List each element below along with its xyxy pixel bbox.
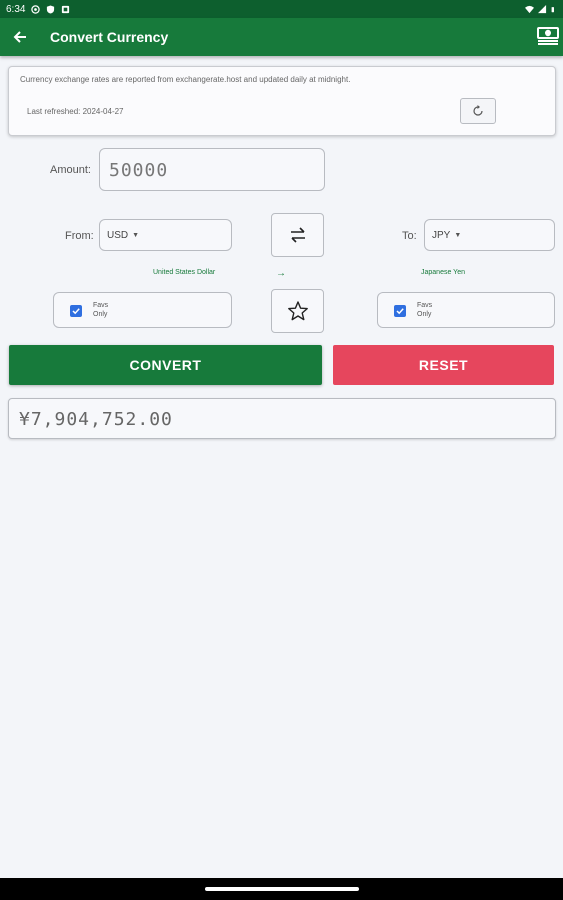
amount-input[interactable]: 50000 [99,148,325,191]
last-refreshed-text: Last refreshed: 2024-04-27 [27,107,124,116]
to-currency-value: JPY [432,230,451,241]
favs-label-line1: Favs [417,302,433,309]
info-card: Currency exchange rates are reported fro… [8,66,556,136]
amount-label: Amount: [50,164,91,176]
to-label: To: [402,230,417,242]
favs-label-line2: Only [93,311,108,318]
refresh-icon [473,105,483,116]
app-bar: Convert Currency [0,18,563,56]
swap-currencies-button[interactable] [271,213,324,257]
from-favs-only-toggle[interactable]: Favs Only [53,292,232,328]
check-icon [396,308,404,315]
favs-only-label: Favs Only [93,301,108,319]
checkbox[interactable] [394,305,406,317]
page-title: Convert Currency [50,29,169,45]
direction-arrow: → [276,268,286,279]
check-icon [72,308,80,315]
favs-only-label: Favs Only [417,301,432,319]
back-button[interactable] [10,27,30,47]
shield-icon [47,4,55,14]
to-currency-name: Japanese Yen [421,269,465,276]
favorite-button[interactable] [271,289,324,333]
swap-icon [290,227,305,243]
from-currency-value: USD [107,230,129,241]
from-label: From: [65,230,94,242]
battery-icon [551,6,554,12]
to-favs-only-toggle[interactable]: Favs Only [377,292,555,328]
signal-icon [538,4,547,13]
status-time: 6:34 [6,3,26,15]
status-bar: 6:34 [0,0,563,18]
convert-button[interactable]: CONVERT [9,345,322,385]
wifi-icon [525,5,534,13]
vpn-icon [31,4,41,14]
to-currency-select[interactable]: JPY ▼ [424,219,555,251]
info-message: Currency exchange rates are reported fro… [20,75,351,84]
favs-label-line1: Favs [93,302,109,309]
dropdown-caret-icon: ▼ [454,232,462,239]
reset-button[interactable]: RESET [333,345,554,385]
conversion-result: ¥7,904,752.00 [8,398,556,439]
money-icon[interactable] [537,26,559,46]
arrow-left-icon [13,31,26,43]
favs-label-line2: Only [417,311,432,318]
from-currency-select[interactable]: USD ▼ [99,219,232,251]
refresh-button[interactable] [460,98,496,124]
checkbox[interactable] [70,305,82,317]
app-notification-icon [62,5,70,13]
home-handle[interactable] [205,887,359,891]
star-icon [287,301,308,321]
navigation-bar [0,878,563,900]
from-currency-name: United States Dollar [153,269,216,276]
dropdown-caret-icon: ▼ [132,232,140,239]
